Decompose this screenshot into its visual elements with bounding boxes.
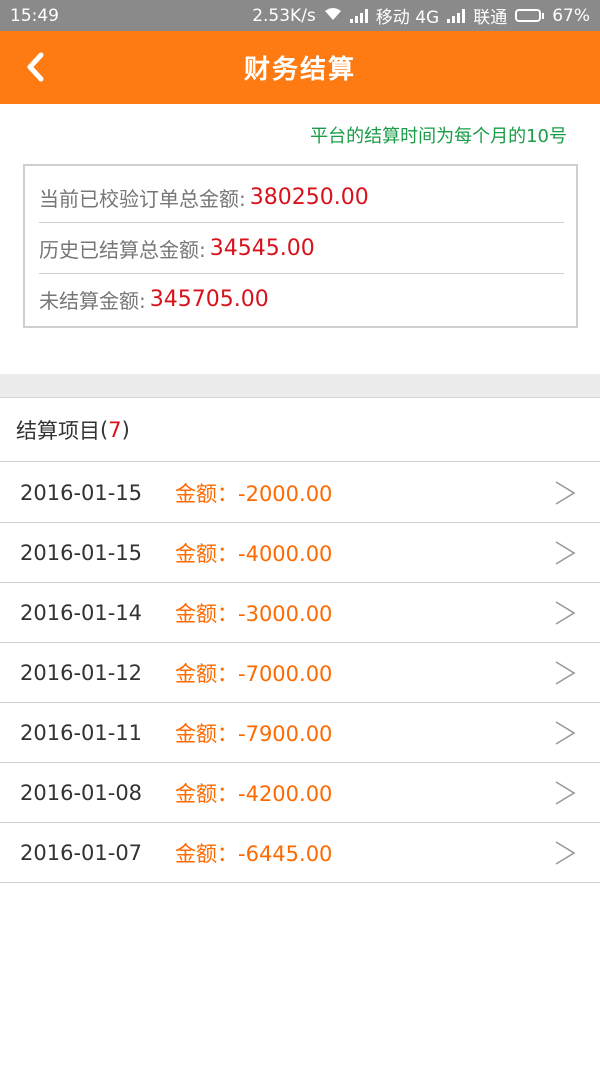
settled-value: 34545.00	[209, 235, 315, 261]
item-date: 2016-01-14	[20, 600, 143, 625]
status-indicators: 2.53K/s 移动 4G 联通 67%	[252, 3, 590, 29]
status-time: 15:49	[10, 5, 59, 26]
verified-label: 当前已校验订单总金额:	[39, 186, 246, 211]
list-count-open: (	[100, 418, 109, 442]
chevron-right-icon	[555, 541, 576, 565]
back-button[interactable]	[18, 49, 52, 85]
list-item[interactable]: 2016-01-11 金额：-7900.00	[0, 703, 600, 763]
list-item[interactable]: 2016-01-08 金额：-4200.00	[0, 763, 600, 823]
verified-value: 380250.00	[249, 184, 369, 210]
battery-percent: 67%	[552, 5, 590, 26]
carrier-1: 移动 4G	[375, 8, 440, 28]
list-title: 结算项目	[16, 419, 100, 443]
list-header: 结算项目(7)	[0, 399, 600, 462]
item-amount: 金额：-7900.00	[175, 721, 333, 746]
item-amount: 金额：-4000.00	[175, 541, 333, 566]
wifi-icon	[324, 6, 342, 26]
item-amount: 金额：-6445.00	[175, 841, 333, 866]
list-count-close: )	[121, 418, 130, 442]
item-amount: 金额：-2000.00	[175, 481, 333, 506]
status-bar: 15:49 2.53K/s 移动 4G 联通 67%	[0, 0, 600, 31]
list-item[interactable]: 2016-01-15 金额：-2000.00	[0, 463, 600, 523]
list-item[interactable]: 2016-01-12 金额：-7000.00	[0, 643, 600, 703]
section-divider	[0, 374, 600, 398]
item-amount: 金额：-3000.00	[175, 601, 333, 626]
signal-icon-2	[447, 8, 466, 23]
settlement-list: 2016-01-15 金额：-2000.00 2016-01-15 金额：-40…	[0, 463, 600, 883]
carrier-2: 联通	[473, 8, 508, 28]
item-date: 2016-01-11	[20, 720, 143, 745]
item-date: 2016-01-07	[20, 840, 143, 865]
summary-box: 当前已校验订单总金额: 380250.00 历史已结算总金额: 34545.00…	[23, 164, 578, 328]
chevron-right-icon	[555, 661, 576, 685]
item-amount: 金额：-7000.00	[175, 661, 333, 686]
app-header: 财务结算	[0, 31, 600, 104]
item-date: 2016-01-08	[20, 780, 143, 805]
settled-label: 历史已结算总金额:	[39, 237, 206, 262]
chevron-right-icon	[555, 841, 576, 865]
list-item[interactable]: 2016-01-15 金额：-4000.00	[0, 523, 600, 583]
item-date: 2016-01-15	[20, 480, 143, 505]
chevron-left-icon	[27, 52, 44, 82]
signal-icon	[349, 8, 368, 23]
summary-row-verified: 当前已校验订单总金额: 380250.00	[39, 172, 564, 223]
chevron-right-icon	[555, 781, 576, 805]
chevron-right-icon	[555, 481, 576, 505]
list-item[interactable]: 2016-01-07 金额：-6445.00	[0, 823, 600, 883]
chevron-right-icon	[555, 601, 576, 625]
list-item[interactable]: 2016-01-14 金额：-3000.00	[0, 583, 600, 643]
battery-icon	[515, 9, 545, 22]
item-amount: 金额：-4200.00	[175, 781, 333, 806]
network-speed: 2.53K/s	[252, 5, 316, 26]
list-count: 7	[108, 418, 122, 442]
chevron-right-icon	[555, 721, 576, 745]
summary-row-settled: 历史已结算总金额: 34545.00	[39, 223, 564, 274]
summary-row-unsettled: 未结算金额: 345705.00	[39, 274, 564, 325]
settlement-notice: 平台的结算时间为每个月的10号	[310, 126, 567, 147]
item-date: 2016-01-15	[20, 540, 143, 565]
page-title: 财务结算	[243, 55, 356, 85]
item-date: 2016-01-12	[20, 660, 143, 685]
unsettled-label: 未结算金额:	[39, 289, 146, 313]
unsettled-value: 345705.00	[149, 287, 269, 312]
